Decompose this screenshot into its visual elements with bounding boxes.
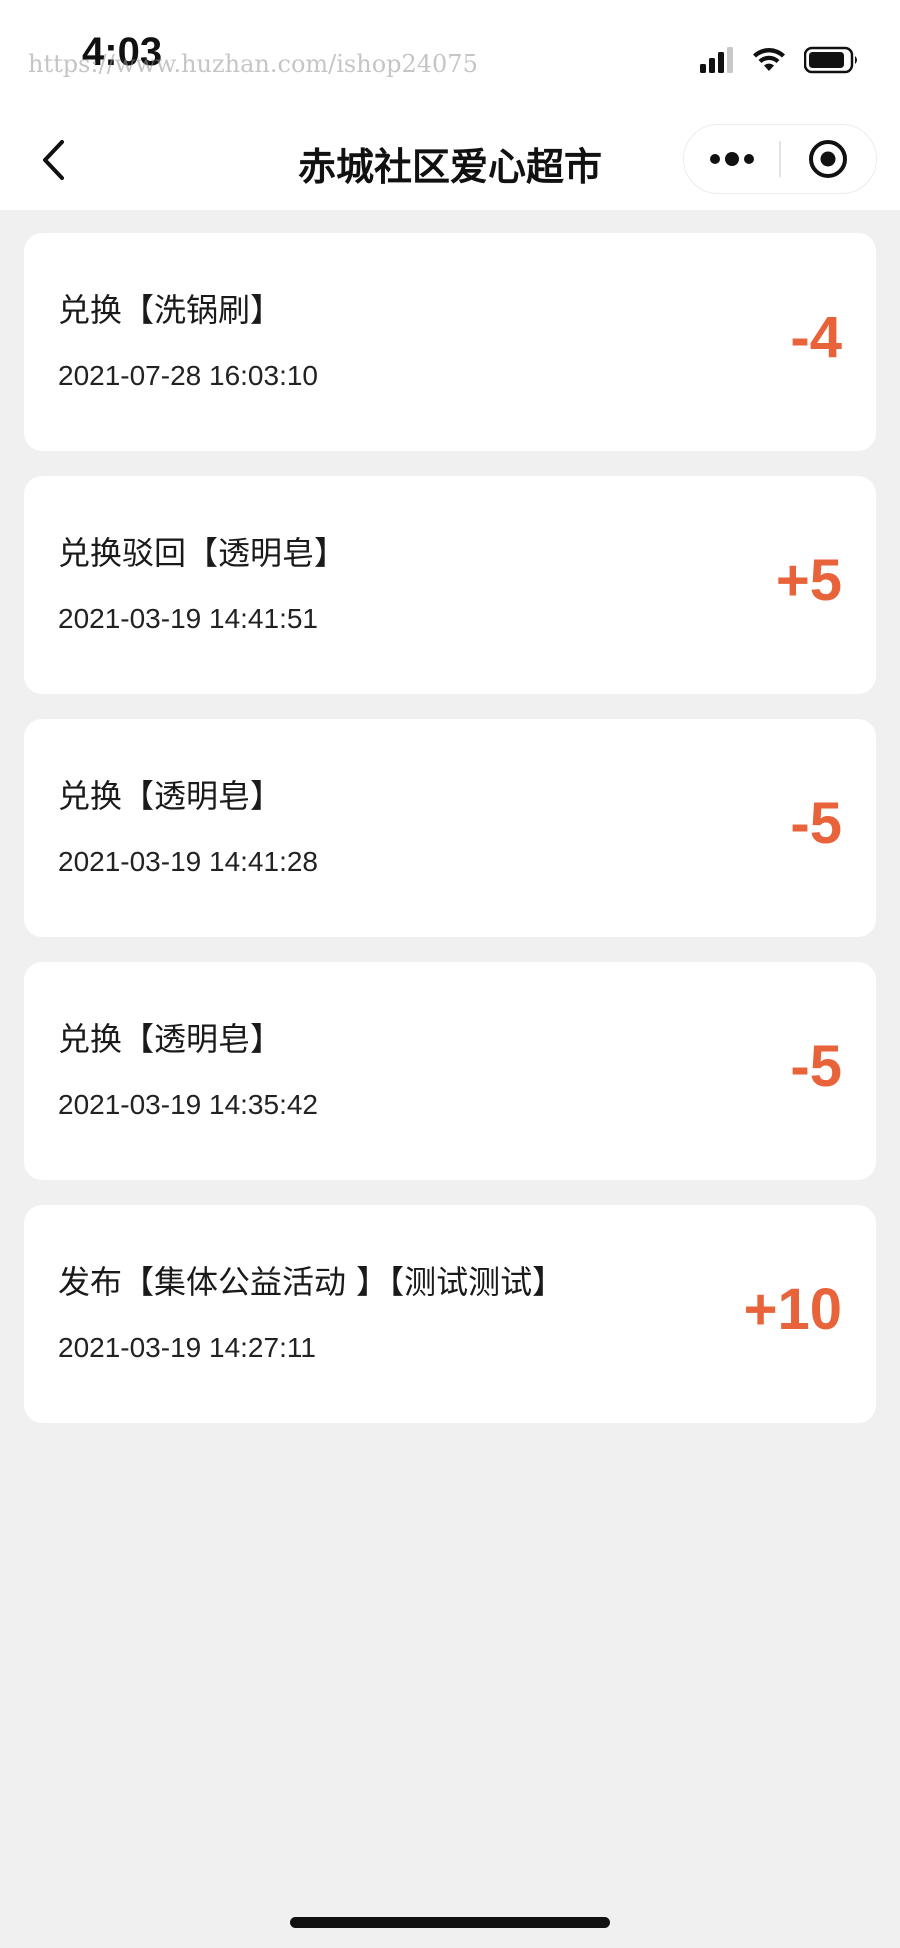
record-amount: -5	[790, 791, 842, 856]
signal-icon	[700, 47, 733, 73]
record-amount: +10	[743, 1277, 842, 1342]
record-time: 2021-03-19 14:41:51	[58, 603, 318, 634]
record-time: 2021-03-19 14:41:28	[58, 846, 318, 877]
record-amount: +5	[775, 548, 842, 613]
status-icons	[700, 42, 860, 78]
watermark-text: https://www.huzhan.com/ishop24075	[28, 50, 478, 78]
close-button[interactable]	[781, 125, 876, 193]
record-time: 2021-03-19 14:27:11	[58, 1332, 316, 1363]
record-card[interactable]: 兑换【透明皂】 2021-03-19 14:41:28 -5	[24, 719, 876, 937]
record-title: 发布【集体公益活动 】【测试测试】	[58, 1263, 565, 1301]
record-card[interactable]: 兑换驳回【透明皂】 2021-03-19 14:41:51 +5	[24, 476, 876, 694]
points-record-list: 兑换【洗锅刷】 2021-07-28 16:03:10 -4 兑换驳回【透明皂】…	[24, 233, 876, 1448]
record-amount: -5	[790, 1034, 842, 1099]
record-title: 兑换【透明皂】	[58, 1020, 283, 1058]
back-button[interactable]	[30, 135, 80, 185]
more-button[interactable]	[684, 125, 779, 193]
record-title: 兑换驳回【透明皂】	[58, 534, 347, 572]
mini-program-capsule	[683, 124, 877, 194]
status-bar: 4:03 https://www.huzhan.com/ishop24075	[0, 0, 900, 110]
back-arrow-icon	[43, 140, 64, 180]
close-target-icon	[809, 140, 848, 178]
battery-icon	[804, 46, 857, 74]
record-time: 2021-07-28 16:03:10	[58, 360, 318, 391]
record-card[interactable]: 兑换【透明皂】 2021-03-19 14:35:42 -5	[24, 962, 876, 1180]
home-indicator[interactable]	[290, 1917, 610, 1928]
record-amount: -4	[790, 305, 842, 370]
record-title: 兑换【透明皂】	[58, 777, 283, 815]
record-time: 2021-03-19 14:35:42	[58, 1089, 318, 1120]
more-dots-icon	[709, 152, 754, 166]
record-card[interactable]: 发布【集体公益活动 】【测试测试】 2021-03-19 14:27:11 +1…	[24, 1205, 876, 1423]
wifi-icon	[753, 48, 785, 71]
record-card[interactable]: 兑换【洗锅刷】 2021-07-28 16:03:10 -4	[24, 233, 876, 451]
navigation-bar: 赤城社区爱心超市	[0, 110, 900, 210]
record-title: 兑换【洗锅刷】	[58, 291, 283, 329]
